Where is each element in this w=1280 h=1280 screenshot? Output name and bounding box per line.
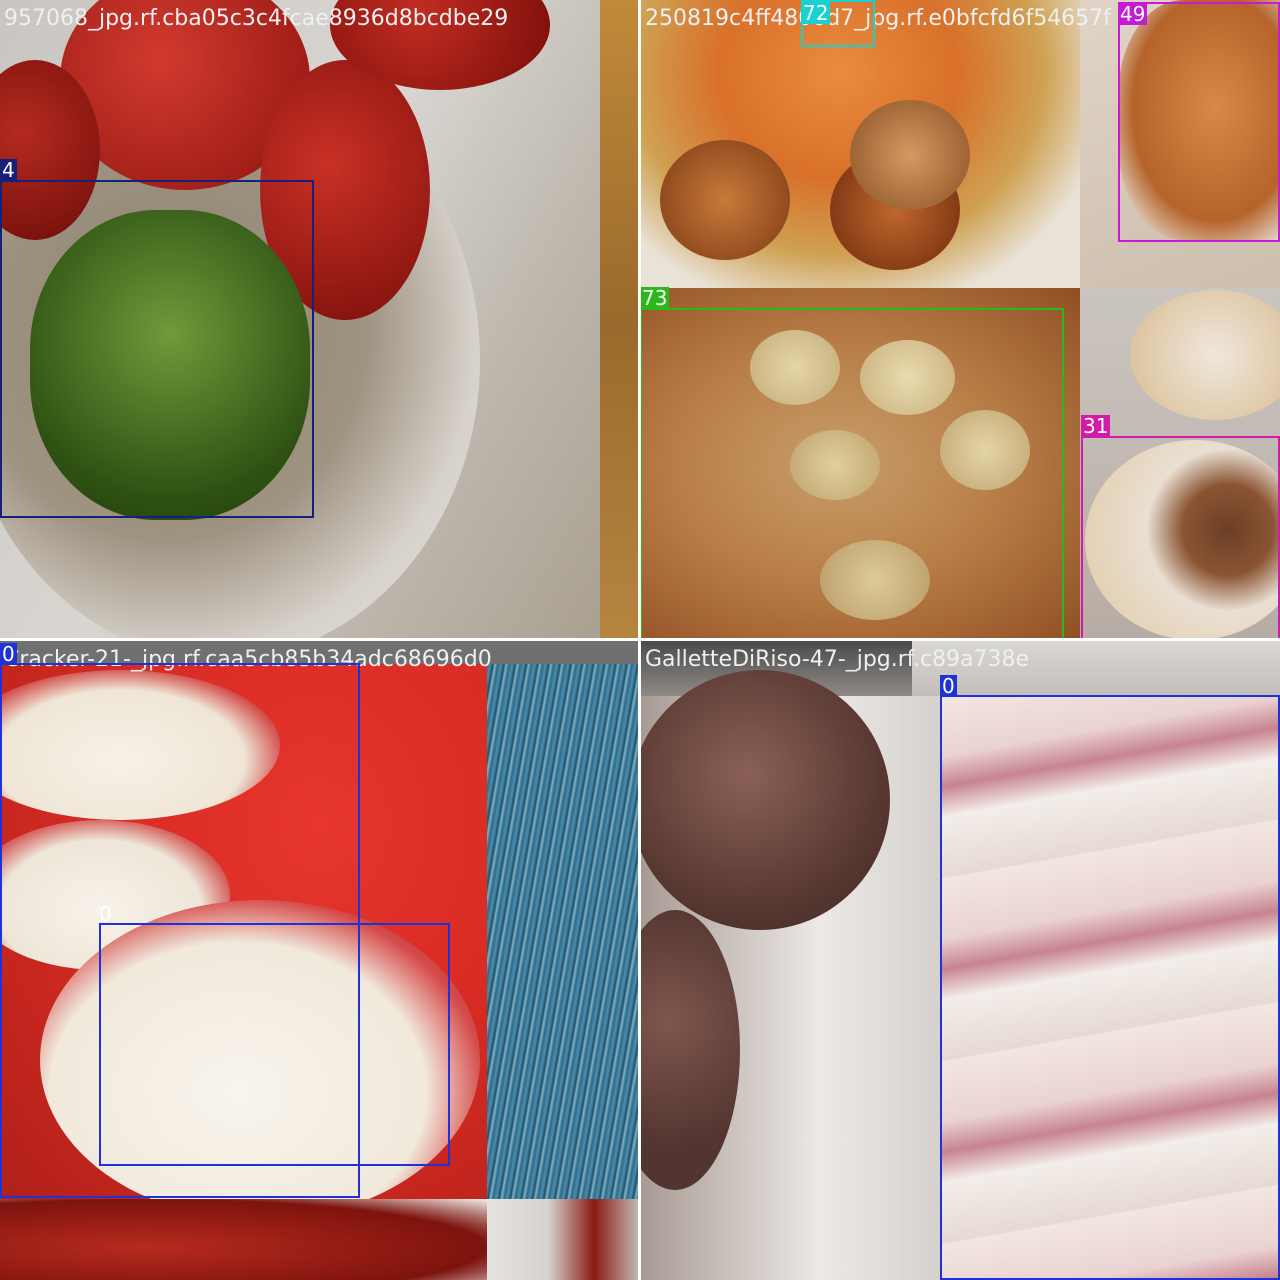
mosaic-tile-top-right: 250819c4ff4800d7_jpg.rf.e0bfcfd6f54657f … [640, 0, 1280, 640]
class-label: 4 [0, 158, 17, 182]
scallop-shape [660, 140, 790, 260]
tile-divider-horizontal [0, 638, 1280, 641]
class-label: 31 [1081, 414, 1111, 438]
bounding-box [0, 180, 314, 518]
edge-strip [600, 0, 640, 640]
bounding-box [1081, 436, 1280, 640]
bounding-box [99, 923, 450, 1166]
class-label: 0 [940, 674, 957, 698]
image-filename: 250819c4ff4800d7_jpg.rf.e0bfcfd6f54657f [645, 6, 1111, 31]
image-background [487, 1199, 640, 1280]
class-label: 73 [640, 286, 670, 310]
class-label: 0 [0, 642, 17, 666]
image-filename: 957068_jpg.rf.cba05c3c4fcae8936d8bcdbe29 [4, 6, 509, 31]
image-filename: GalletteDiRiso-47-_jpg.rf.c89a738e [645, 647, 1030, 672]
bounding-box [1118, 2, 1280, 242]
class-label: 0 [99, 902, 112, 926]
class-label: 49 [1118, 2, 1148, 26]
placemat-texture [487, 664, 640, 1199]
bounding-box [940, 695, 1280, 1280]
mosaic-tile-top-left: 957068_jpg.rf.cba05c3c4fcae8936d8bcdbe29… [0, 0, 640, 640]
bounding-box [640, 308, 1064, 640]
mosaic-tile-bottom-right: GalletteDiRiso-47-_jpg.rf.c89a738e 0 [640, 640, 1280, 1280]
chocolate-ball-shape [640, 670, 890, 930]
class-label: 72 [801, 1, 831, 25]
image-background [0, 1199, 487, 1280]
mosaic-tile-bottom-left: Cracker-21-_jpg.rf.caa5cb85b34adc68696d0… [0, 640, 640, 1280]
scallop-shape [850, 100, 970, 210]
